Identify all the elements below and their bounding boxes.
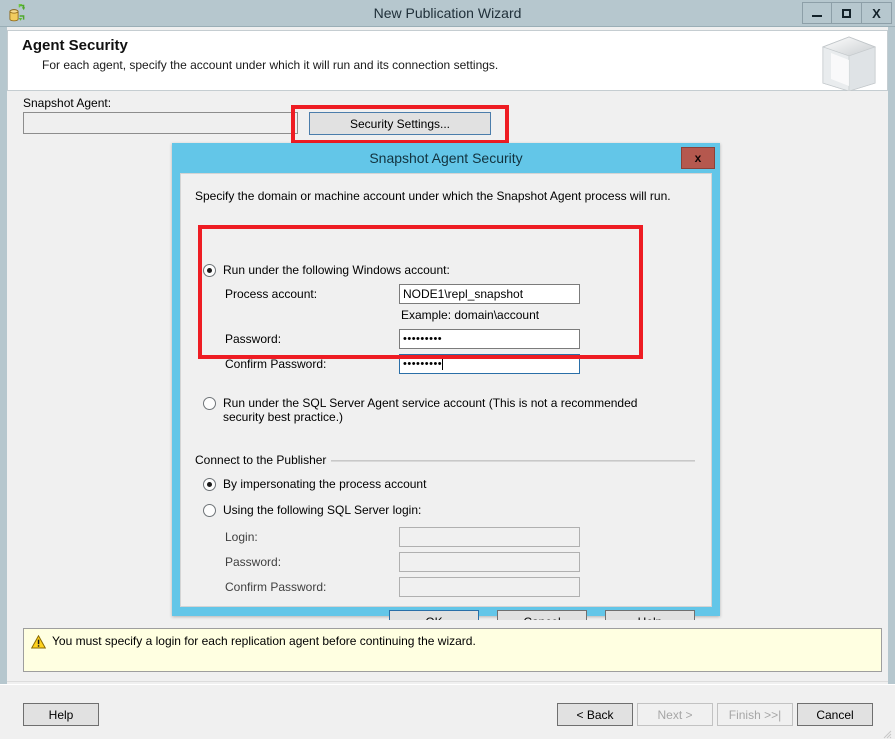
window-right-edge [888, 27, 895, 684]
window-titlebar: New Publication Wizard X [0, 0, 895, 27]
warning-area: You must specify a login for each replic… [7, 620, 888, 682]
confirm-password-input[interactable]: ••••••••• [399, 354, 580, 374]
radio-run-under-windows-account[interactable]: Run under the following Windows account: [203, 263, 623, 277]
snapshot-agent-field[interactable] [23, 112, 298, 134]
wizard-book-icon [815, 31, 883, 91]
wizard-header: Agent Security For each agent, specify t… [7, 30, 888, 91]
radio-indicator [203, 478, 216, 491]
maximize-button[interactable] [832, 2, 862, 24]
publisher-login-input[interactable] [399, 527, 580, 547]
close-icon: x [695, 151, 702, 165]
radio-impersonate-process-account[interactable]: By impersonating the process account [203, 477, 623, 491]
resize-grip[interactable] [882, 728, 892, 738]
close-icon: X [872, 7, 881, 20]
window-controls: X [802, 2, 892, 24]
dialog-body: Specify the domain or machine account un… [180, 173, 712, 607]
new-publication-wizard-window: New Publication Wizard X Agent Security … [0, 0, 895, 739]
window-left-edge [0, 27, 7, 684]
radio-run-under-sql-agent-service-account[interactable]: Run under the SQL Server Agent service a… [203, 396, 671, 424]
confirm-password-label: Confirm Password: [225, 357, 326, 371]
wizard-footer: Help < Back Next > Finish >>| Cancel [0, 684, 895, 739]
next-button: Next > [637, 703, 713, 726]
finish-button: Finish >>| [717, 703, 793, 726]
snapshot-agent-label: Snapshot Agent: [23, 96, 111, 110]
warning-message: You must specify a login for each replic… [52, 634, 476, 649]
publisher-confirm-password-label: Confirm Password: [225, 580, 326, 594]
dialog-intro-text: Specify the domain or machine account un… [195, 189, 671, 203]
security-settings-button[interactable]: Security Settings... [309, 112, 491, 135]
minimize-button[interactable] [802, 2, 832, 24]
radio-label: Using the following SQL Server login: [223, 503, 421, 517]
window-title: New Publication Wizard [0, 0, 895, 27]
confirm-password-masked-value: ••••••••• [403, 358, 442, 370]
warning-box: You must specify a login for each replic… [23, 628, 882, 672]
password-label: Password: [225, 332, 281, 346]
password-input[interactable]: ••••••••• [399, 329, 580, 349]
radio-label: Run under the SQL Server Agent service a… [223, 396, 671, 424]
connect-to-publisher-group-label: Connect to the Publisher [195, 453, 331, 467]
process-account-input[interactable]: NODE1\repl_snapshot [399, 284, 580, 304]
radio-label: By impersonating the process account [223, 477, 426, 491]
password-masked-value: ••••••••• [403, 333, 442, 345]
publisher-password-label: Password: [225, 555, 281, 569]
dialog-title: Snapshot Agent Security [172, 143, 720, 173]
publisher-confirm-password-input[interactable] [399, 577, 580, 597]
text-caret [442, 357, 443, 370]
close-button[interactable]: X [862, 2, 892, 24]
footer-help-button[interactable]: Help [23, 703, 99, 726]
radio-use-sql-server-login[interactable]: Using the following SQL Server login: [203, 503, 623, 517]
snapshot-agent-security-dialog: Snapshot Agent Security x Specify the do… [172, 143, 720, 616]
radio-indicator [203, 397, 216, 410]
publisher-password-input[interactable] [399, 552, 580, 572]
process-account-example-hint: Example: domain\account [401, 308, 539, 322]
wizard-cancel-button[interactable]: Cancel [797, 703, 873, 726]
radio-label: Run under the following Windows account: [223, 263, 450, 277]
warning-triangle-icon [31, 635, 46, 649]
dialog-close-button[interactable]: x [681, 147, 715, 169]
back-button[interactable]: < Back [557, 703, 633, 726]
page-subtitle: For each agent, specify the account unde… [42, 58, 498, 72]
radio-indicator [203, 264, 216, 277]
process-account-label: Process account: [225, 287, 317, 301]
publisher-login-label: Login: [225, 530, 258, 544]
page-title: Agent Security [22, 37, 128, 54]
radio-indicator [203, 504, 216, 517]
